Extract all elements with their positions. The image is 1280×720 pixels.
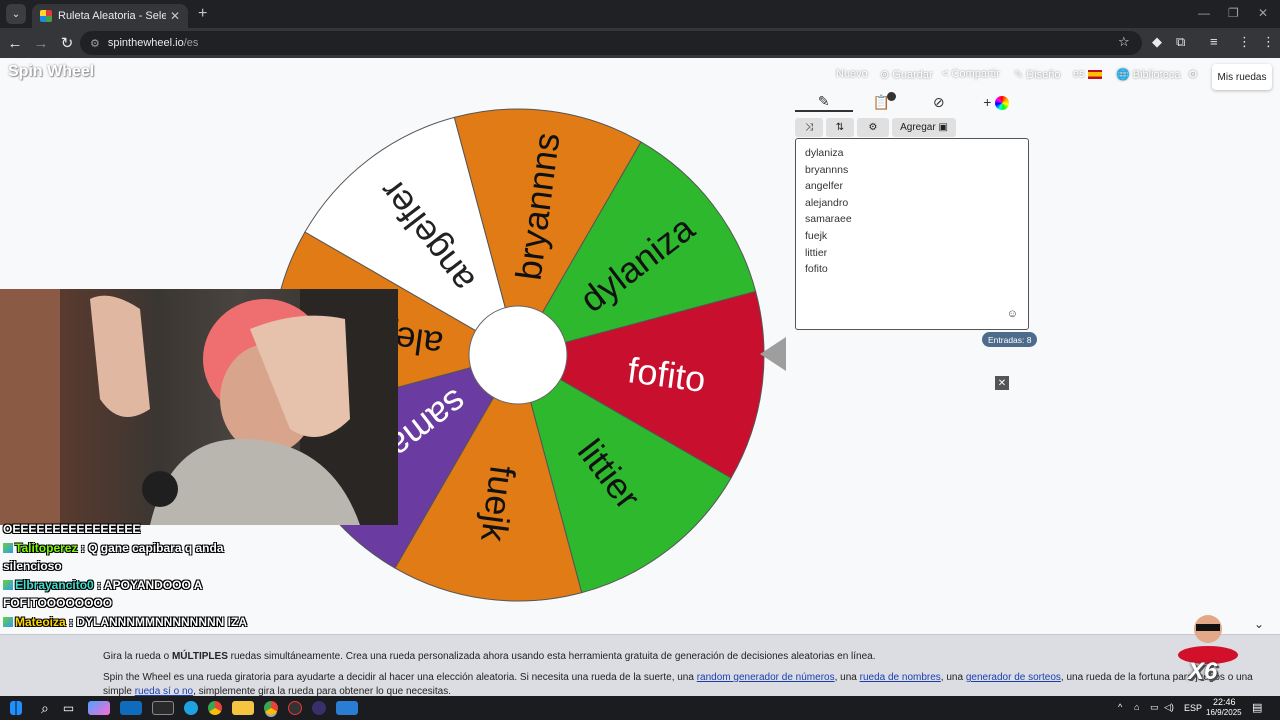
- chat-text: OEEEEEEEEEEEEEEEE: [3, 522, 141, 536]
- settings-button[interactable]: ⚙: [857, 118, 889, 137]
- chat-text: FOFITOOOOOOOO: [3, 596, 113, 610]
- chat-badge-icon: [3, 580, 13, 591]
- chrome-active-icon[interactable]: [264, 701, 279, 715]
- sort-icon: ⇅: [835, 122, 845, 133]
- wheel-pointer-icon: [760, 337, 786, 371]
- add-image-button[interactable]: Agregar ▣: [892, 118, 956, 137]
- task-view-icon[interactable]: ▭: [63, 701, 74, 715]
- entry-line: dylaniza: [805, 147, 844, 159]
- outlook-icon[interactable]: [120, 701, 143, 715]
- chat-message: Mateoiza : DYLANNNMMNNNNNNNN IZA: [3, 613, 293, 632]
- link-number-generator[interactable]: random generador de números: [697, 672, 835, 683]
- obs-icon[interactable]: [288, 701, 303, 715]
- entries-textarea[interactable]: dylaniza bryannns angelfer alejandro sam…: [795, 138, 1029, 330]
- tray-date[interactable]: 16/9/2025: [1206, 708, 1242, 717]
- tray-chevron-icon[interactable]: ^: [1118, 702, 1122, 712]
- results-badge-icon: [886, 91, 896, 101]
- chat-text: : Q gane capibara q anda: [80, 540, 224, 555]
- chat-badge-icon: [3, 543, 13, 554]
- editor-toolbar: ✎ 📋 ⊘ + ⤨ ⇅ ⚙ Agregar ▣: [795, 90, 1025, 137]
- entry-line: fuejk: [805, 229, 828, 242]
- tray-time[interactable]: 22:46: [1213, 697, 1236, 707]
- chat-username: Mateoiza: [15, 614, 70, 629]
- entry-line: bryannns: [805, 163, 849, 176]
- notifications-icon[interactable]: ▤: [1252, 701, 1262, 714]
- pencil-icon: ✎: [817, 92, 830, 109]
- results-tab[interactable]: 📋: [853, 91, 911, 111]
- eye-slash-icon: ⊘: [932, 93, 945, 110]
- description-line-1: Gira la rueda o MÚLTIPLES ruedas simultá…: [103, 651, 876, 662]
- emoji-picker-icon[interactable]: ☺: [1007, 308, 1018, 320]
- chrome-icon[interactable]: [208, 701, 223, 715]
- wheel-center[interactable]: [468, 305, 568, 405]
- color-wheel-icon: [995, 96, 1010, 111]
- chat-message: FOFITOOOOOOOO: [3, 594, 293, 613]
- add-button-label: Agregar: [900, 122, 936, 133]
- tray-volume-icon[interactable]: ◁): [1164, 702, 1174, 713]
- chat-message: Talitoperez : Q gane capibara q anda: [3, 539, 293, 558]
- entry-line: alejandro: [805, 196, 849, 209]
- entry-line: littier: [805, 246, 828, 259]
- tray-language[interactable]: ESP: [1184, 703, 1202, 713]
- chat-badge-icon: [3, 617, 13, 628]
- multiplier-label: X6: [1188, 658, 1218, 685]
- sort-button[interactable]: ⇅: [826, 118, 854, 137]
- shuffle-icon: ⤨: [805, 122, 813, 133]
- edge-icon[interactable]: [184, 701, 199, 715]
- chat-message: Elbrayancito0 : APOYANDOOO A: [3, 576, 293, 595]
- chat-text: silencioso: [3, 559, 62, 573]
- chat-text: : APOYANDOOO A: [97, 577, 203, 592]
- app-icon[interactable]: [312, 701, 327, 715]
- store-icon[interactable]: [152, 701, 175, 715]
- chat-message: OEEEEEEEEEEEEEEEE: [3, 520, 293, 539]
- file-explorer-icon[interactable]: [232, 701, 255, 715]
- entry-line: samaraee: [805, 213, 852, 226]
- hidden-entries-tab[interactable]: ⊘: [910, 94, 968, 111]
- gear-icon: ⚙: [868, 122, 878, 133]
- chat-username: Talitoperez: [15, 540, 81, 555]
- description-line-2: Spin the Wheel es una rueda giratoria pa…: [103, 672, 1253, 683]
- entry-line: fofito: [805, 263, 828, 276]
- streamer-video-image: [0, 289, 398, 525]
- copilot-icon[interactable]: [88, 701, 111, 715]
- chat-username: Elbrayancito0: [15, 577, 98, 592]
- shuffle-button[interactable]: ⤨: [795, 118, 823, 137]
- chat-text: : DYLANNNMMNNNNNNNN IZA: [69, 614, 247, 629]
- windows-taskbar: ⌕ ▭ ^ ⌂ ▭ ◁) ESP 22:46 16/9/2025 ▤: [0, 696, 1280, 720]
- search-icon[interactable]: ⌕: [41, 700, 49, 717]
- description-section: ⌄ Gira la rueda o MÚLTIPLES ruedas simul…: [0, 617, 1280, 697]
- plus-icon: +: [983, 93, 992, 110]
- tray-battery-icon[interactable]: ▭: [1150, 702, 1159, 713]
- link-raffle-generator[interactable]: generador de sorteos: [966, 672, 1061, 683]
- chevron-down-icon[interactable]: ⌄: [1254, 617, 1264, 631]
- close-icon[interactable]: ✕: [995, 376, 1009, 390]
- entries-count-badge: Entradas: 8: [982, 332, 1038, 347]
- chat-message: silencioso: [3, 557, 293, 576]
- mascot-overlay: X6: [1172, 611, 1244, 691]
- link-name-wheel[interactable]: rueda de nombres: [860, 672, 941, 683]
- edit-entries-tab[interactable]: ✎: [795, 93, 853, 112]
- windows-start-icon[interactable]: [10, 701, 22, 715]
- image-icon: ▣: [938, 122, 948, 133]
- tray-network-icon[interactable]: ⌂: [1134, 702, 1139, 712]
- webcam-overlay: [0, 289, 398, 525]
- app-window-icon[interactable]: [336, 701, 359, 715]
- entry-line: angelfer: [805, 180, 843, 193]
- add-wheel-tab[interactable]: +: [968, 93, 1026, 111]
